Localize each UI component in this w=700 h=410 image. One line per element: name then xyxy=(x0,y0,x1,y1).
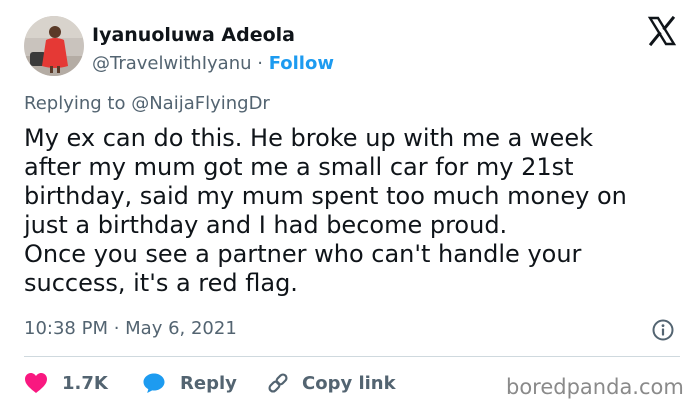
reply-context: Replying to @NaijaFlyingDr xyxy=(24,93,270,115)
follow-button[interactable]: Follow xyxy=(269,53,334,74)
reply-label: Reply xyxy=(180,372,237,394)
tweet-text-line: Once you see a partner who can't handle … xyxy=(24,240,582,268)
info-icon[interactable] xyxy=(651,318,675,342)
tweet-text-line: after my mum got me a small car for my 2… xyxy=(24,153,574,181)
divider xyxy=(24,356,680,357)
link-icon xyxy=(268,373,288,393)
speech-bubble-icon xyxy=(143,373,165,393)
tweet-text-line: just a birthday and I had become proud. xyxy=(24,211,508,239)
heart-icon xyxy=(25,373,47,393)
copy-link-label: Copy link xyxy=(302,372,396,394)
display-name[interactable]: Iyanuoluwa Adeola xyxy=(92,24,334,46)
tweet-timestamp[interactable]: 10:38 PM · May 6, 2021 xyxy=(24,318,237,340)
avatar-image xyxy=(24,16,84,76)
tweet-text-line: success, it's a red flag. xyxy=(24,269,298,297)
reply-button[interactable]: Reply xyxy=(142,371,266,395)
like-count: 1.7K xyxy=(62,372,108,394)
avatar[interactable] xyxy=(24,16,84,76)
handle-separator: · xyxy=(251,53,269,74)
reply-context-prefix: Replying to xyxy=(24,93,132,114)
tweet-text-line: birthday, said my mum spent too much mon… xyxy=(24,182,627,210)
user-handle[interactable]: @TravelwithIyanu xyxy=(92,53,252,74)
tweet-text: My ex can do this. He broke up with me a… xyxy=(24,124,684,298)
like-button[interactable]: 1.7K xyxy=(24,372,142,394)
tweet-text-line: My ex can do this. He broke up with me a… xyxy=(24,124,593,152)
action-bar: 1.7K Reply Copy link xyxy=(24,368,396,398)
x-logo-icon[interactable] xyxy=(647,16,677,46)
handle-line: @TravelwithIyanu · Follow xyxy=(92,53,334,75)
author-block: Iyanuoluwa Adeola @TravelwithIyanu · Fol… xyxy=(92,24,334,75)
reply-mention-link[interactable]: @NaijaFlyingDr xyxy=(131,93,270,114)
copy-link-button[interactable]: Copy link xyxy=(266,371,396,395)
watermark: boredpanda.com xyxy=(506,375,684,399)
